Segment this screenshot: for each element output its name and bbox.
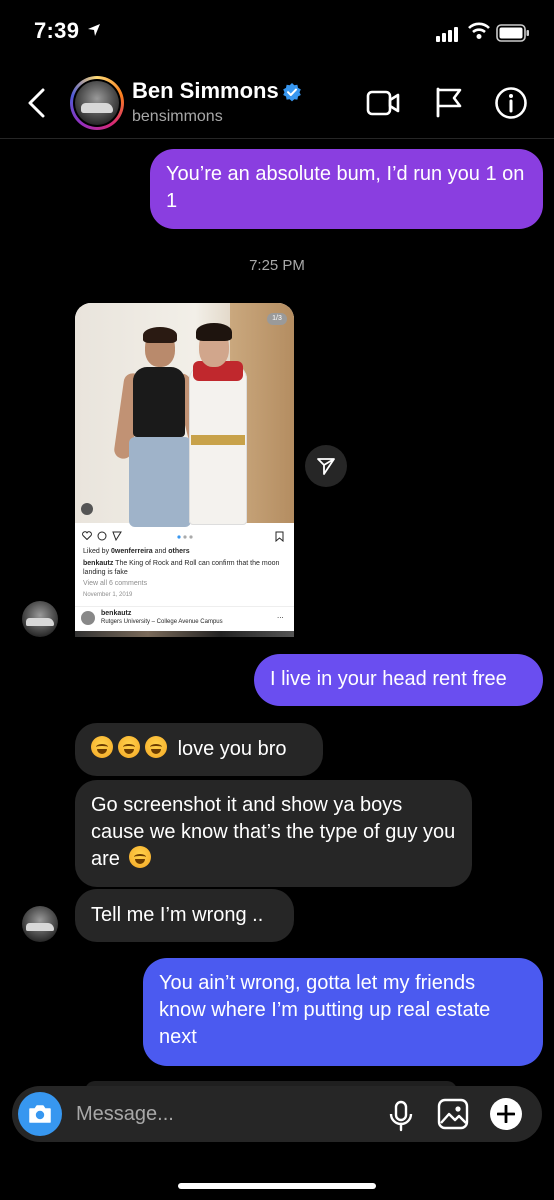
post-likes: Liked by 0wenferreira and others (83, 548, 190, 555)
comment-icon (97, 531, 107, 541)
outgoing-message[interactable]: I live in your head rent free (254, 654, 543, 706)
tagged-user-icon (81, 503, 93, 515)
post-caption: benkautz The King of Rock and Roll can c… (83, 560, 280, 576)
bookmark-icon (275, 531, 284, 542)
avatar-photo (75, 81, 119, 125)
info-icon[interactable] (494, 86, 528, 120)
chat-username: bensimmons (132, 108, 223, 125)
profile-avatar[interactable] (70, 76, 124, 130)
video-call-icon[interactable] (366, 90, 400, 116)
camera-button[interactable] (18, 1092, 62, 1136)
sender-avatar[interactable] (22, 906, 58, 942)
outgoing-message[interactable]: You’re an absolute bum, I’d run you 1 on… (150, 149, 543, 229)
status-time: 7:39 (34, 18, 80, 43)
gallery-icon[interactable] (437, 1098, 469, 1130)
plus-icon (497, 1105, 515, 1123)
post-footer-user: benkautz (101, 610, 132, 617)
chat-title[interactable]: Ben Simmons (132, 78, 279, 104)
back-chevron-icon[interactable] (26, 88, 48, 118)
verified-badge-icon (283, 83, 301, 102)
header-divider (0, 138, 554, 139)
home-indicator[interactable] (178, 1183, 376, 1189)
location-arrow-icon (88, 24, 100, 36)
carousel-dots-icon (177, 535, 193, 539)
shared-post-card[interactable]: 1/3 Liked by 0wenferreira and others ben… (75, 303, 294, 637)
battery-icon (496, 24, 529, 42)
cellular-signal-icon (436, 27, 458, 42)
microphone-icon[interactable] (388, 1100, 414, 1132)
post-action-row (75, 525, 294, 545)
share-icon (112, 531, 122, 541)
wifi-icon (468, 22, 490, 39)
camera-icon (29, 1105, 51, 1123)
post-view-comments: View all 6 comments (83, 580, 148, 587)
sender-avatar[interactable] (22, 601, 58, 637)
like-heart-icon (82, 531, 92, 540)
add-button[interactable] (490, 1098, 522, 1130)
tears-of-joy-emoji-icon (118, 736, 140, 758)
outgoing-message[interactable]: You ain’t wrong, gotta let my friends kn… (143, 958, 543, 1066)
post-author-avatar (81, 611, 95, 625)
post-footer-location: Rutgers University – College Avenue Camp… (101, 619, 223, 625)
tears-of-joy-emoji-icon (91, 736, 113, 758)
incoming-message[interactable]: love you bro (75, 723, 323, 776)
post-more-icon: ... (277, 611, 284, 620)
report-flag-icon[interactable] (434, 86, 464, 118)
tears-of-joy-emoji-icon (145, 736, 167, 758)
send-arrow-icon (317, 458, 335, 475)
message-input[interactable] (76, 1100, 366, 1128)
incoming-message[interactable]: Tell me I’m wrong .. (75, 889, 294, 942)
post-date: November 1, 2019 (83, 592, 133, 598)
tears-of-joy-emoji-icon (129, 846, 152, 868)
carousel-counter: 1/3 (267, 313, 287, 325)
message-timestamp: 7:25 PM (249, 257, 305, 274)
incoming-message[interactable]: Go screenshot it and show ya boys cause … (75, 780, 472, 887)
forward-post-button[interactable] (305, 445, 347, 487)
post-photo: 1/3 (75, 303, 294, 527)
